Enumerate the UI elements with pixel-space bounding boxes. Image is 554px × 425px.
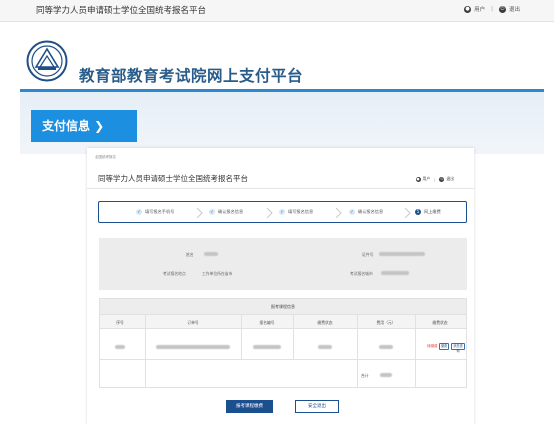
page-title: 同等学力人员申请硕士学位全国统考报名平台: [98, 174, 248, 183]
pay-button[interactable]: 缴费: [439, 343, 449, 350]
step-label: 网上缴费: [424, 209, 441, 214]
divider: [87, 188, 474, 189]
inner-user-menu: ● 用户 | ⏻ 退出: [415, 176, 454, 182]
step-label: 填写报名手机号: [145, 209, 175, 214]
neea-logo-icon: [26, 40, 68, 82]
order-number: [156, 345, 230, 349]
grid-line: [241, 315, 242, 359]
step-4: ✓ 确认报名信息: [349, 209, 383, 215]
reg-number: [253, 345, 281, 349]
col-pay-status: 缴费状态: [432, 320, 448, 325]
brand-name: 教育部教育考试院网上支付平台: [79, 67, 304, 85]
grid-line: [145, 315, 146, 387]
id-value: [379, 252, 425, 256]
logout-link[interactable]: 退出: [446, 176, 454, 182]
table-title: 报考课程信息: [271, 304, 295, 309]
user-menu: ● 用户 | ⏻ 退出: [464, 5, 520, 13]
logout-icon[interactable]: ⏻: [439, 176, 445, 182]
status-value: [318, 345, 332, 349]
total-label: 合计: [361, 373, 369, 378]
col-status: 缴费状态: [317, 320, 333, 325]
grid-line: [293, 315, 294, 359]
logout-link[interactable]: 退出: [509, 5, 520, 13]
progress-steps: ✓ 填写报名手机号 ✓ 确认报名信息 ✓ 填写报名信息 ✓ 确认报名信息 5 网…: [98, 201, 467, 223]
table-header: 序号 订单号 报名编号 缴费状态 费用（元） 缴费状态: [100, 315, 466, 329]
total-value: [380, 373, 392, 377]
step-label: 填写报名信息: [288, 209, 314, 214]
separator: |: [434, 176, 436, 182]
col-index: 序号: [116, 320, 124, 325]
brand-bar: 教育部教育考试院网上支付平台: [0, 22, 554, 86]
check-icon: ✓: [349, 209, 355, 215]
id-label: 证件号: [362, 252, 374, 257]
name-value: [204, 252, 218, 256]
user-link[interactable]: 用户: [474, 5, 485, 13]
registration-page: 全国统考报名 同等学力人员申请硕士学位全国统考报名平台 ● 用户 | ⏻ 退出 …: [87, 148, 474, 425]
course-table: 报考课程信息 序号 订单号 报名编号 缴费状态 费用（元） 缴费状态 待缴费 缴…: [99, 298, 467, 388]
grid-line: [415, 315, 416, 387]
name-label: 姓名: [186, 252, 194, 257]
pending-status: 待缴费: [427, 344, 438, 348]
place-value: 工作单位所在省市: [202, 271, 233, 276]
step-1: ✓ 填写报名手机号: [136, 209, 174, 215]
user-icon[interactable]: ●: [464, 5, 472, 13]
user-link[interactable]: 用户: [423, 176, 431, 182]
query-status-button[interactable]: 状态查询: [451, 343, 465, 353]
chevron-right-icon: [335, 208, 342, 218]
col-reg-no: 报名编号: [259, 320, 275, 325]
separator: |: [491, 6, 493, 12]
city-value: [381, 271, 409, 275]
step-number: 5: [415, 209, 421, 215]
col-order: 订单号: [187, 320, 199, 325]
col-fee: 费用（元）: [376, 320, 396, 325]
check-icon: ✓: [279, 209, 285, 215]
payment-info-button[interactable]: 支付信息 ❯: [31, 110, 137, 142]
candidate-info: 姓名 证件号 考试报名地点 工作单位所在省市 考试报名城市: [99, 238, 467, 290]
chevron-right-icon: [404, 208, 411, 218]
chevron-right-icon: [196, 208, 203, 218]
course-payment-button[interactable]: 报考课程缴费: [226, 400, 273, 413]
place-label: 考试报名地点: [163, 271, 186, 276]
grid-line: [357, 315, 358, 387]
grid-line: [100, 359, 466, 360]
step-3: ✓ 填写报名信息: [279, 209, 313, 215]
site-title: 同等学力人员申请硕士学位全国统考报名平台: [36, 6, 207, 16]
top-bar: 同等学力人员申请硕士学位全国统考报名平台 ● 用户 | ⏻ 退出: [0, 0, 554, 22]
safe-logout-button[interactable]: 安全退出: [295, 400, 339, 413]
chevron-right-icon: [266, 208, 273, 218]
step-2: ✓ 确认报名信息: [209, 209, 243, 215]
step-label: 确认报名信息: [358, 209, 384, 214]
step-label: 确认报名信息: [218, 209, 244, 214]
table-title-row: 报考课程信息: [100, 299, 466, 315]
check-icon: ✓: [209, 209, 215, 215]
check-icon: ✓: [136, 209, 142, 215]
step-5-current: 5 网上缴费: [415, 209, 441, 215]
row-index: [115, 345, 125, 349]
logout-icon[interactable]: ⏻: [498, 5, 506, 13]
fee-value: [379, 345, 393, 349]
breadcrumb: 全国统考报名: [95, 155, 116, 159]
user-icon[interactable]: ●: [415, 176, 421, 182]
city-label: 考试报名城市: [350, 271, 373, 276]
